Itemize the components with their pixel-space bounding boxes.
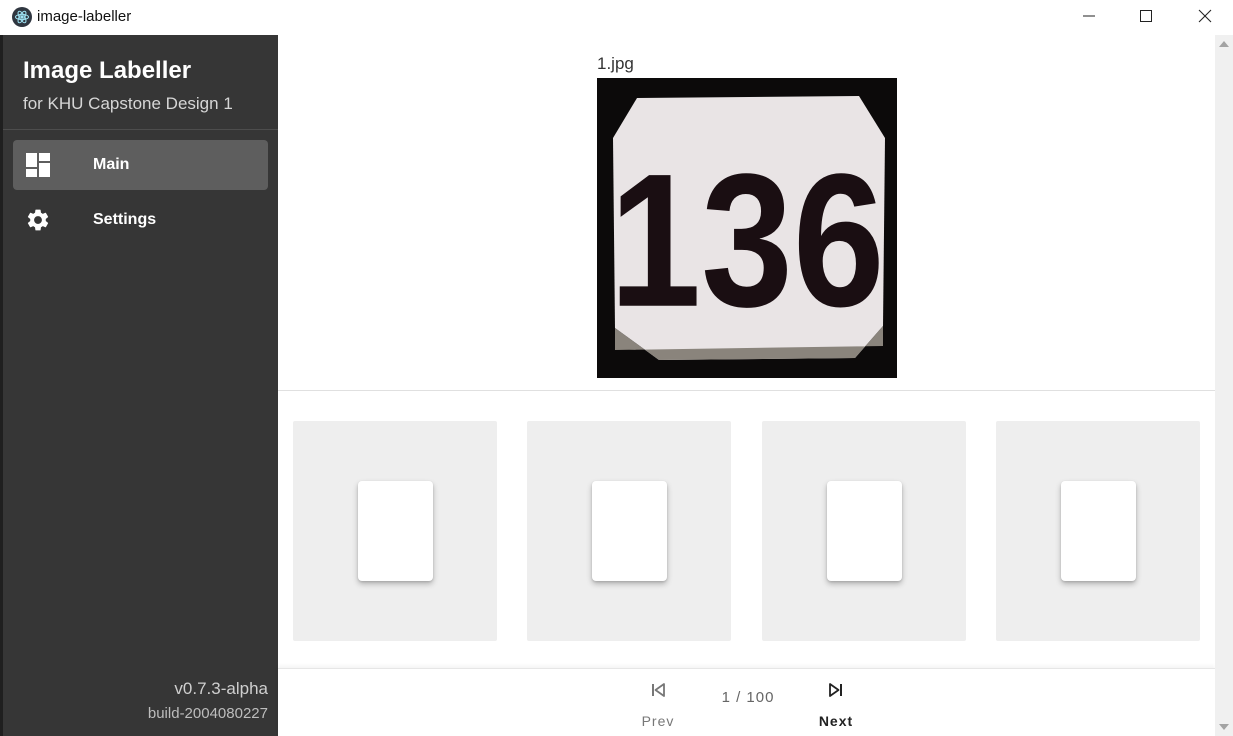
blank-document-icon — [358, 481, 433, 581]
dashboard-icon — [26, 153, 50, 177]
sidebar: Image Labeller for KHU Capstone Design 1… — [0, 35, 278, 736]
prev-label: Prev — [641, 713, 675, 729]
sign-number: 136 — [609, 134, 884, 346]
next-label: Next — [818, 713, 854, 729]
window-title: image-labeller — [37, 8, 132, 25]
section-divider — [278, 390, 1215, 391]
version-label: v0.7.3-alpha — [174, 679, 268, 698]
pagination-bar: Prev 1 / 100 Next — [278, 668, 1215, 736]
digit-sign-image: 136 — [597, 78, 897, 378]
gear-icon — [27, 209, 49, 231]
vertical-scrollbar[interactable] — [1215, 35, 1233, 736]
label-card[interactable] — [762, 421, 966, 641]
label-card[interactable] — [293, 421, 497, 641]
minimize-button[interactable] — [1060, 0, 1118, 32]
sidebar-item-label: Main — [93, 156, 130, 173]
blank-document-icon — [592, 481, 667, 581]
page-indicator: 1 / 100 — [721, 689, 775, 706]
sidebar-divider — [3, 129, 278, 130]
sidebar-item-settings[interactable]: Settings — [13, 195, 268, 245]
build-label: build-2004080227 — [147, 705, 268, 722]
prev-button[interactable]: Prev — [623, 677, 693, 729]
electron-logo-icon — [12, 7, 32, 27]
scroll-up-arrow-icon[interactable] — [1219, 41, 1229, 47]
blank-document-icon — [1061, 481, 1136, 581]
label-card[interactable] — [527, 421, 731, 641]
skip-next-icon — [829, 683, 842, 697]
image-filename: 1.jpg — [597, 54, 634, 73]
scroll-down-arrow-icon[interactable] — [1219, 724, 1229, 730]
blank-document-icon — [827, 481, 902, 581]
app-subtitle: for KHU Capstone Design 1 — [23, 94, 233, 113]
main-content: 1.jpg 136 Prev 1 / 100 Next — [278, 35, 1215, 736]
label-card[interactable] — [996, 421, 1200, 641]
next-button[interactable]: Next — [801, 677, 871, 729]
maximize-icon — [1140, 10, 1152, 22]
title-bar: image-labeller — [0, 0, 1233, 34]
skip-previous-icon — [652, 683, 665, 697]
maximize-button[interactable] — [1117, 0, 1175, 32]
app-window: image-labeller Image Labeller for KHU Ca… — [0, 0, 1233, 736]
image-preview: 136 — [597, 78, 897, 378]
minimize-icon — [1083, 15, 1095, 17]
close-icon — [1198, 9, 1212, 23]
sidebar-item-main[interactable]: Main — [13, 140, 268, 190]
sidebar-item-label: Settings — [93, 211, 157, 228]
app-name: Image Labeller — [23, 57, 192, 84]
close-button[interactable] — [1176, 0, 1233, 32]
